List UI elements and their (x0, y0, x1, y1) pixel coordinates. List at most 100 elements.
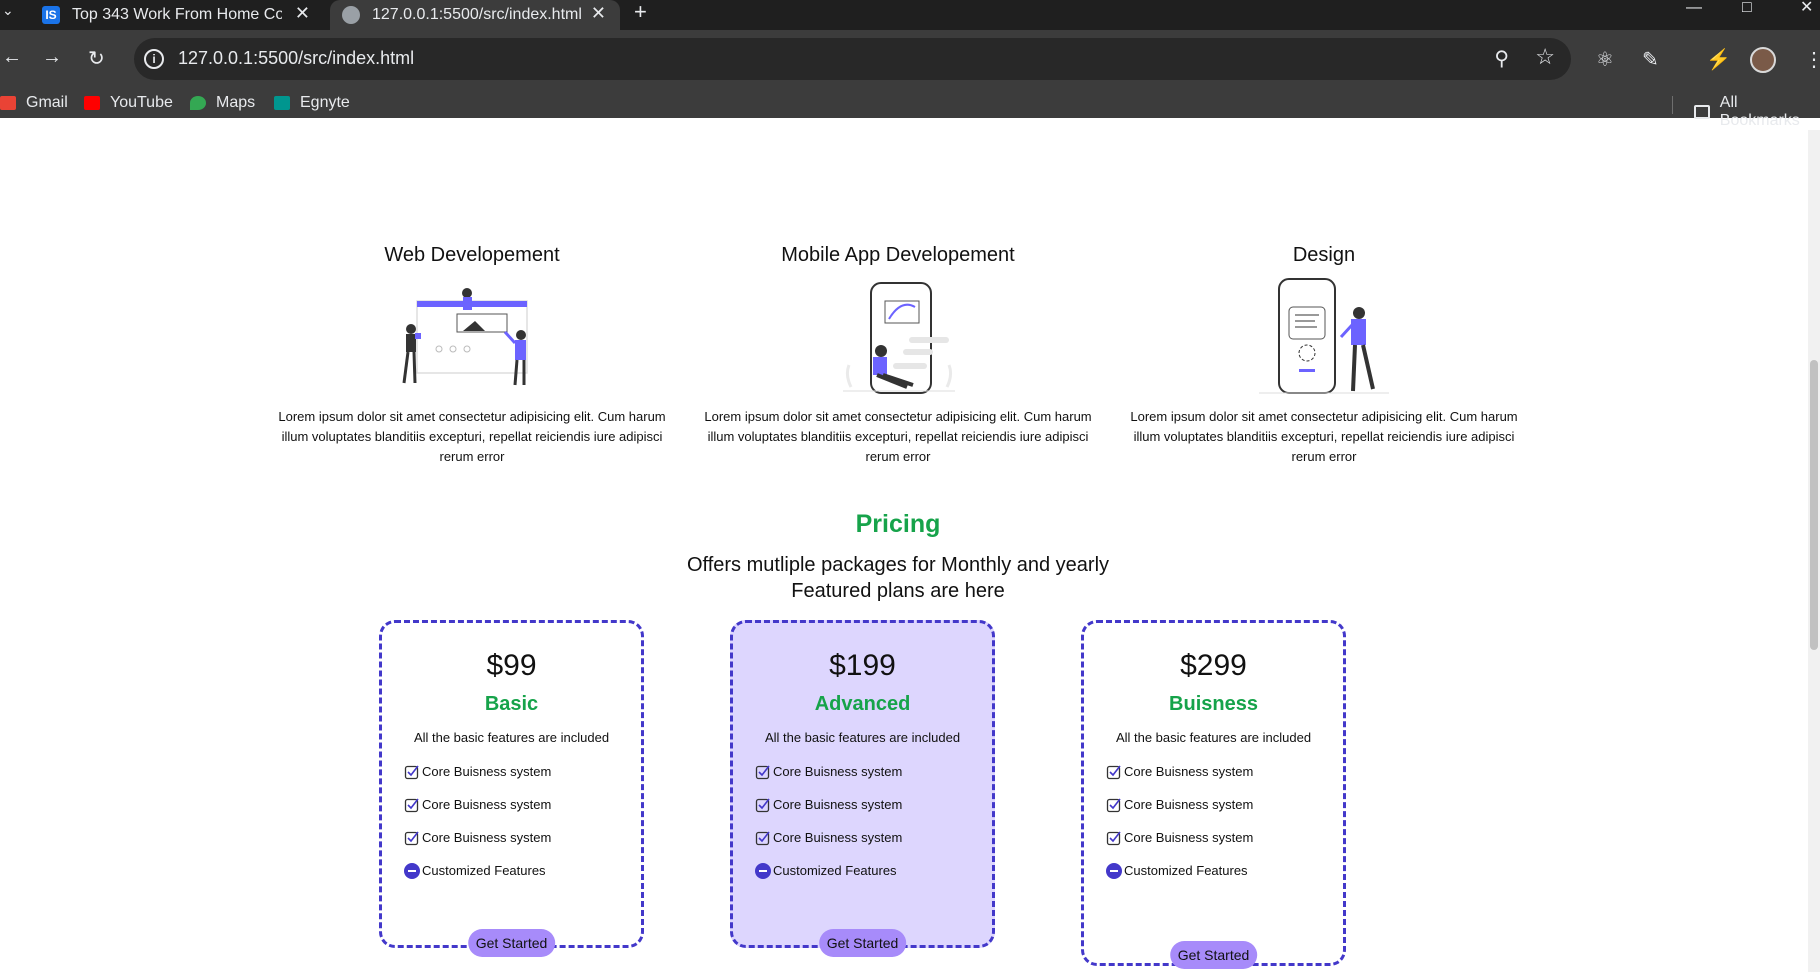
bookmark-label: Gmail (26, 94, 68, 111)
feature-item: Customized Features (404, 854, 641, 887)
feature-label: Core Buisness system (1124, 797, 1254, 812)
bookmark-maps[interactable]: Maps (190, 94, 255, 112)
bookmark-youtube[interactable]: YouTube (84, 94, 173, 112)
feature-item: Customized Features (1106, 854, 1343, 887)
feature-label: Core Buisness system (773, 830, 903, 845)
service-web-development: Web Developement Lorem ipsum dolor sit a… (272, 244, 672, 467)
checkbox-icon (755, 798, 770, 812)
feature-item: Core Buisness system (755, 755, 992, 788)
get-started-button[interactable]: Get Started (818, 929, 907, 957)
youtube-icon (84, 96, 100, 110)
feature-list: Core Buisness system Core Buisness syste… (1106, 755, 1343, 887)
service-title: Web Developement (384, 244, 560, 266)
plan-price: $299 (1180, 649, 1247, 682)
pricing-card-advanced: $199 Advanced All the basic features are… (730, 620, 995, 957)
plan-name: Buisness (1169, 693, 1258, 715)
pricing-subtitle-line2: Featured plans are here (791, 580, 1005, 602)
feature-list: Core Buisness system Core Buisness syste… (404, 755, 641, 887)
menu-icon[interactable]: ⋮ (1804, 47, 1820, 72)
feature-label: Customized Features (1124, 863, 1248, 878)
feature-label: Core Buisness system (422, 764, 552, 779)
address-bar[interactable]: i 127.0.0.1:5500/src/index.html ⚲ ☆ (134, 38, 1571, 80)
gmail-icon (0, 96, 16, 110)
react-devtools-icon[interactable]: ⚛ (1596, 47, 1614, 72)
reload-icon[interactable]: ↻ (88, 46, 105, 71)
bookmark-star-icon[interactable]: ☆ (1535, 44, 1555, 70)
tab-strip: ⌄ IS Top 343 Work From Home Com ✕ 127.0.… (0, 0, 1820, 30)
maximize-icon[interactable]: □ (1742, 0, 1752, 16)
tab-favicon: IS (42, 6, 60, 24)
get-started-button[interactable]: Get Started (467, 929, 556, 957)
url-text[interactable]: 127.0.0.1:5500/src/index.html (178, 48, 414, 69)
tab-local-index[interactable]: 127.0.0.1:5500/src/index.html ✕ (330, 0, 620, 30)
back-icon[interactable]: ← (2, 46, 22, 69)
minus-circle-icon (1106, 862, 1122, 879)
feature-item: Core Buisness system (1106, 788, 1343, 821)
checkbox-icon (404, 831, 419, 845)
profile-avatar[interactable] (1750, 47, 1776, 73)
service-design: Design Lorem ipsum dolor sit amet consec… (1124, 244, 1524, 467)
window-close-icon[interactable]: ✕ (1800, 0, 1813, 16)
bookmarks-divider (1672, 96, 1673, 114)
tab-search-icon[interactable]: ⌄ (2, 2, 14, 19)
web-development-illustration (402, 288, 528, 386)
mobile-app-illustration (843, 282, 955, 394)
checkbox-icon (404, 765, 419, 779)
plan-name: Advanced (814, 693, 911, 715)
pricing-title: Pricing (855, 510, 941, 538)
minus-circle-icon (404, 862, 420, 879)
checkbox-icon (1106, 831, 1121, 845)
checkbox-icon (755, 765, 770, 779)
feature-label: Customized Features (773, 863, 897, 878)
plan-description: All the basic features are included (413, 730, 610, 745)
tab-close-icon[interactable]: ✕ (295, 3, 310, 24)
minimize-icon[interactable]: — (1686, 0, 1702, 16)
zoom-icon[interactable]: ⚲ (1494, 46, 1509, 71)
bookmark-egnyte[interactable]: Egnyte (274, 94, 350, 112)
feature-item: Core Buisness system (404, 788, 641, 821)
pricing-card-business: $299 Buisness All the basic features are… (1081, 620, 1346, 969)
feature-label: Customized Features (422, 863, 546, 878)
tab-title: Top 343 Work From Home Com (72, 6, 282, 23)
forward-icon[interactable]: → (42, 46, 62, 69)
pricing-subtitle-line1: Offers mutliple packages for Monthly and… (686, 554, 1110, 576)
feature-list: Core Buisness system Core Buisness syste… (755, 755, 992, 887)
new-tab-button[interactable]: + (634, 0, 647, 24)
pricing-subtitle: Offers mutliple packages for Monthly and… (0, 552, 1796, 604)
feature-item: Core Buisness system (755, 788, 992, 821)
feature-label: Core Buisness system (422, 797, 552, 812)
tab-work-from-home[interactable]: IS Top 343 Work From Home Com ✕ (34, 0, 324, 30)
plan-name: Basic (484, 693, 539, 715)
feature-item: Core Buisness system (1106, 821, 1343, 854)
feature-label: Core Buisness system (1124, 764, 1254, 779)
page-scrollbar[interactable] (1808, 130, 1820, 972)
checkbox-icon (755, 831, 770, 845)
folder-icon (1694, 105, 1710, 119)
tab-close-icon[interactable]: ✕ (591, 3, 606, 24)
plan-price: $199 (829, 649, 896, 682)
feature-label: Core Buisness system (773, 797, 903, 812)
all-bookmarks-label: All Bookmarks (1719, 94, 1800, 129)
feature-label: Core Buisness system (773, 764, 903, 779)
page-viewport: Web Developement Lorem ipsum dolor sit a… (0, 130, 1820, 972)
scrollbar-thumb[interactable] (1810, 360, 1818, 650)
bookmark-gmail[interactable]: Gmail (0, 94, 68, 112)
feature-item: Customized Features (755, 854, 992, 887)
site-info-icon[interactable]: i (144, 49, 164, 69)
service-description: Lorem ipsum dolor sit amet consectetur a… (278, 409, 666, 464)
service-description: Lorem ipsum dolor sit amet consectetur a… (704, 409, 1092, 464)
bookmark-label: Egnyte (300, 94, 350, 111)
plan-description: All the basic features are included (1115, 730, 1312, 745)
minus-circle-icon (755, 862, 771, 879)
get-started-button[interactable]: Get Started (1169, 941, 1258, 969)
maps-icon (190, 96, 206, 110)
service-title: Design (1292, 244, 1356, 266)
bookmark-label: Maps (216, 94, 256, 111)
bookmarks-bar: Gmail YouTube Maps Egnyte All Bookmarks (0, 92, 1820, 129)
plan-price: $99 (486, 649, 537, 682)
performance-icon[interactable]: ⚡ (1706, 47, 1731, 72)
all-bookmarks[interactable]: All Bookmarks (1694, 94, 1820, 130)
feature-item: Core Buisness system (404, 755, 641, 788)
extensions-icon[interactable]: ✎ (1642, 47, 1659, 72)
feature-label: Core Buisness system (422, 830, 552, 845)
